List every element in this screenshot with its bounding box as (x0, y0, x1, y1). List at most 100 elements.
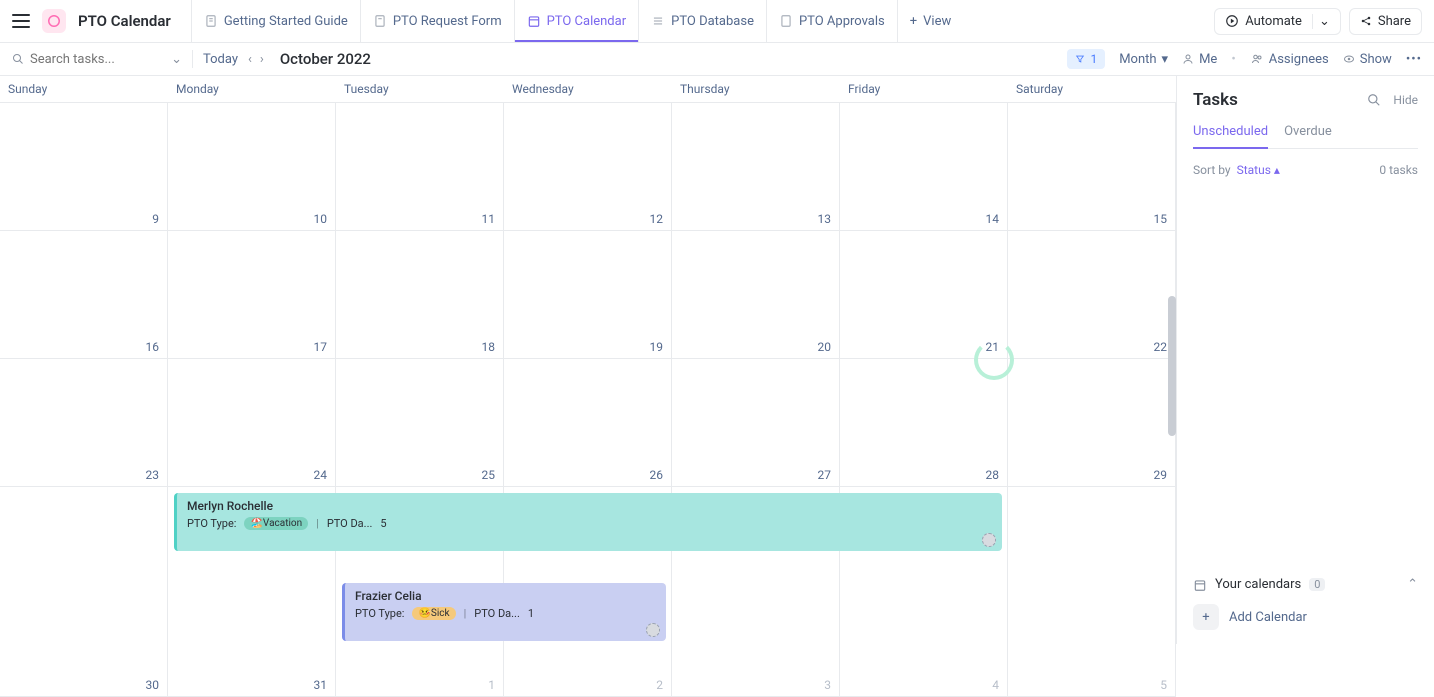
calendar-day[interactable]: 14 (840, 103, 1008, 230)
day-number: 11 (482, 212, 496, 226)
calendar-day[interactable]: 15 (1008, 103, 1176, 230)
menu-icon[interactable] (12, 14, 30, 28)
day-number: 4 (992, 678, 999, 692)
calendar-day[interactable]: 10 (168, 103, 336, 230)
calendar-day[interactable]: 23 (0, 359, 168, 486)
day-number: 30 (146, 678, 160, 692)
filter-icon (1075, 54, 1085, 64)
avatar[interactable] (646, 623, 660, 637)
tab-unscheduled[interactable]: Unscheduled (1193, 124, 1268, 149)
event-name: Merlyn Rochelle (187, 499, 992, 513)
avatar[interactable] (982, 533, 996, 547)
show-button[interactable]: Show (1343, 52, 1392, 67)
calendar-day[interactable]: 19 (504, 231, 672, 358)
nav-arrows: ‹ › (248, 52, 264, 67)
today-button[interactable]: Today (203, 52, 238, 67)
app-icon (42, 9, 66, 33)
task-count: 0 tasks (1379, 163, 1418, 177)
day-header: Tuesday (336, 76, 504, 102)
tab-overdue[interactable]: Overdue (1284, 124, 1332, 148)
tab-request-form[interactable]: PTO Request Form (360, 0, 514, 42)
sort-selector[interactable]: Status ▴ (1237, 163, 1280, 177)
search-wrap[interactable]: ⌄ (12, 52, 182, 67)
day-header: Monday (168, 76, 336, 102)
me-filter[interactable]: Me (1182, 52, 1217, 67)
doc-icon (779, 14, 793, 28)
main: Sunday Monday Tuesday Wednesday Thursday… (0, 76, 1434, 644)
tab-pto-calendar[interactable]: PTO Calendar (514, 0, 639, 42)
day-number: 2 (656, 678, 663, 692)
calendar-day[interactable]: 9 (0, 103, 168, 230)
calendar-day[interactable]: 25 (336, 359, 504, 486)
day-number: 20 (818, 340, 832, 354)
sidebar-title: Tasks (1193, 90, 1367, 110)
calendar-icon (1193, 578, 1207, 592)
person-icon (1182, 53, 1194, 65)
calendar-day[interactable]: 30 (0, 487, 168, 696)
hide-button[interactable]: Hide (1393, 93, 1418, 107)
day-number: 22 (1154, 340, 1168, 354)
automate-button[interactable]: Automate ⌄ (1214, 8, 1341, 35)
day-number: 5 (1160, 678, 1167, 692)
share-button[interactable]: Share (1349, 8, 1422, 35)
day-number: 27 (818, 468, 832, 482)
calendar-day[interactable]: 22 (1008, 231, 1176, 358)
event-tag: 🤒Sick (412, 607, 455, 620)
calendar-day[interactable]: 11 (336, 103, 504, 230)
search-icon (12, 53, 24, 65)
calendar-day[interactable]: 13 (672, 103, 840, 230)
calendar-day[interactable]: 18 (336, 231, 504, 358)
search-icon[interactable] (1367, 93, 1381, 107)
assignees-filter[interactable]: Assignees (1250, 52, 1329, 67)
your-calendars-row[interactable]: Your calendars 0 ⌃ (1193, 577, 1418, 592)
show-label: Show (1360, 52, 1392, 67)
calendar: Sunday Monday Tuesday Wednesday Thursday… (0, 76, 1176, 644)
share-label: Share (1378, 14, 1411, 29)
loading-spinner (974, 340, 1014, 380)
calendar-day[interactable]: 24 (168, 359, 336, 486)
day-header: Wednesday (504, 76, 672, 102)
add-calendar-button[interactable]: + Add Calendar (1193, 604, 1418, 630)
calendar-day[interactable]: 5 (1008, 487, 1176, 696)
tab-getting-started[interactable]: Getting Started Guide (191, 0, 360, 42)
calendar-icon (527, 14, 541, 28)
calendar-day[interactable]: 26 (504, 359, 672, 486)
calendar-day[interactable]: 27 (672, 359, 840, 486)
eye-icon (1343, 53, 1355, 65)
calendar-day[interactable]: 21 (840, 231, 1008, 358)
filter-button[interactable]: 1 (1067, 49, 1105, 69)
day-header: Sunday (0, 76, 168, 102)
day-number: 29 (1154, 468, 1168, 482)
calendar-day[interactable]: 17 (168, 231, 336, 358)
calendar-day[interactable]: 16 (0, 231, 168, 358)
tab-label: PTO Calendar (547, 14, 627, 29)
event-meta: PTO Type: 🏖️Vacation | PTO Da... 5 (187, 517, 992, 530)
chevron-up-icon[interactable]: ⌃ (1407, 577, 1418, 592)
prev-button[interactable]: ‹ (248, 52, 252, 67)
search-input[interactable] (30, 52, 150, 67)
tab-pto-approvals[interactable]: PTO Approvals (766, 0, 897, 42)
next-button[interactable]: › (260, 52, 264, 67)
tab-pto-database[interactable]: PTO Database (638, 0, 766, 42)
add-view-button[interactable]: + View (897, 0, 964, 42)
calendar-day[interactable]: 20 (672, 231, 840, 358)
chevron-down-icon[interactable]: ⌄ (171, 52, 182, 67)
scale-label: Month (1119, 52, 1156, 67)
chevron-down-icon: ▾ (1162, 52, 1169, 67)
chevron-down-icon[interactable]: ⌄ (1312, 14, 1336, 29)
scale-selector[interactable]: Month ▾ (1119, 52, 1168, 67)
event-sick[interactable]: Frazier Celia PTO Type: 🤒Sick | PTO Da..… (342, 583, 666, 641)
calendar-day[interactable]: 12 (504, 103, 672, 230)
event-type-label: PTO Type: (355, 607, 405, 620)
calendar-day[interactable]: 28 (840, 359, 1008, 486)
scrollbar[interactable] (1168, 296, 1176, 436)
event-vacation[interactable]: Merlyn Rochelle PTO Type: 🏖️Vacation | P… (174, 493, 1002, 551)
event-type-label: PTO Type: (187, 517, 237, 530)
calendar-day[interactable]: 29 (1008, 359, 1176, 486)
calendar-week: 30 31 1 2 3 4 5 Merlyn Rochelle PTO Type… (0, 487, 1176, 697)
day-number: 16 (146, 340, 160, 354)
automate-icon (1225, 14, 1239, 28)
plus-icon: + (910, 14, 917, 29)
more-icon[interactable]: ••• (1406, 52, 1422, 67)
tab-label: Getting Started Guide (224, 14, 348, 29)
